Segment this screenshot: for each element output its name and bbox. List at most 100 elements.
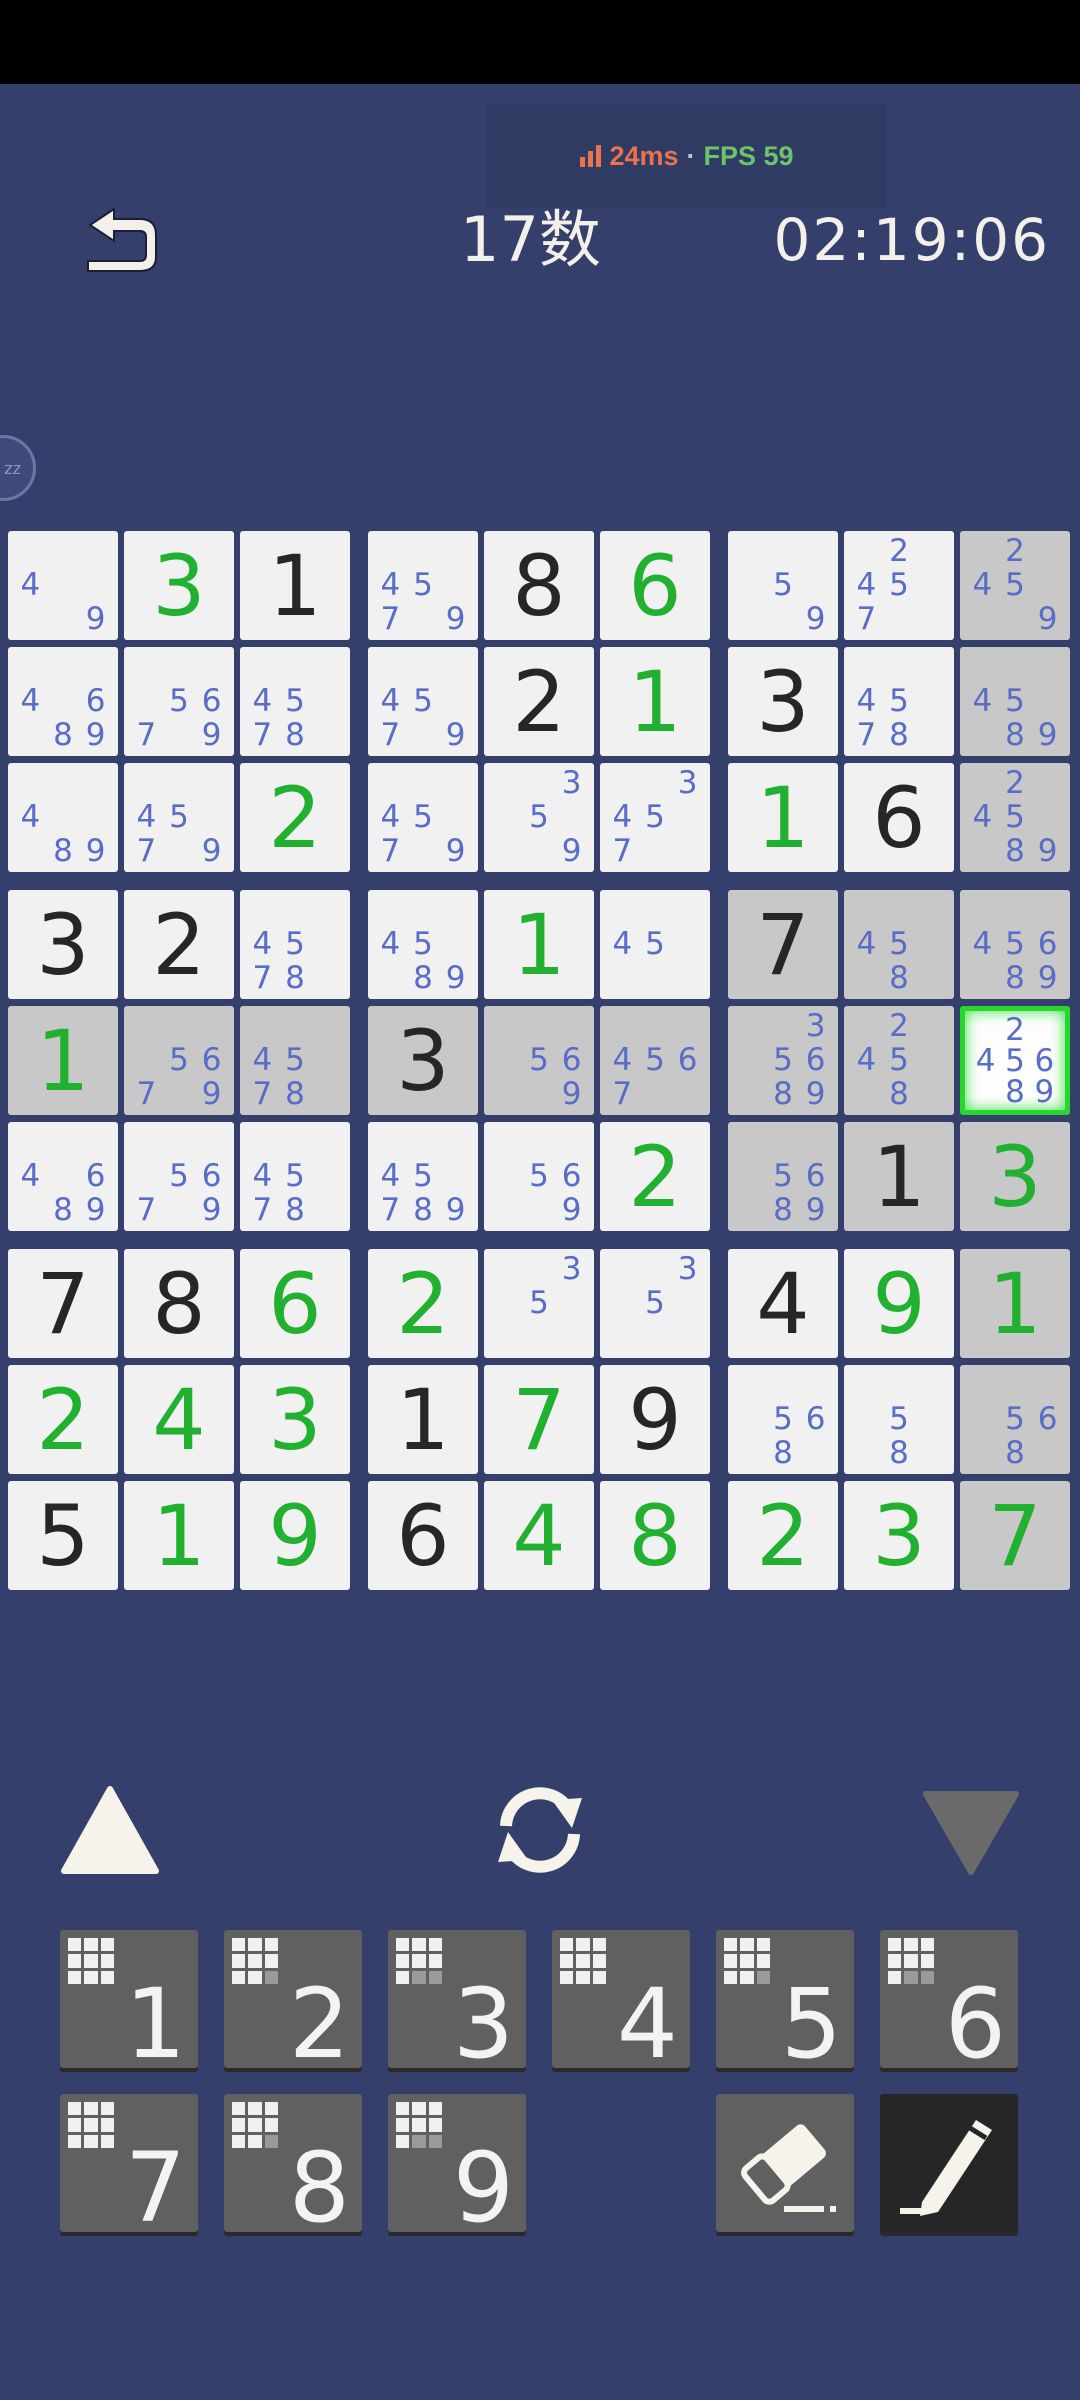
cell-r3c8[interactable]: 6	[844, 763, 954, 872]
cell-r7c8[interactable]: 9	[844, 1249, 954, 1358]
candidate-2: 2	[1005, 765, 1025, 802]
cell-entry: 1	[152, 1486, 206, 1585]
pencil-mode-button[interactable]	[880, 2094, 1018, 2232]
candidate-empty	[311, 894, 344, 928]
cell-r5c4[interactable]: 3	[368, 1006, 478, 1115]
cell-r4c7[interactable]: 7	[728, 890, 838, 999]
cell-r2c8[interactable]: 4578	[844, 647, 954, 756]
number-key-2[interactable]: 2	[224, 1930, 362, 2072]
undo-button[interactable]	[78, 205, 160, 277]
cell-r9c2[interactable]: 1	[124, 1481, 234, 1590]
cell-r6c3[interactable]: 4578	[240, 1122, 350, 1231]
cell-r2c1[interactable]: 4 689	[8, 647, 118, 756]
cell-r4c8[interactable]: 458	[844, 890, 954, 999]
cell-r6c2[interactable]: 56 7 9	[124, 1122, 234, 1231]
cell-r7c7[interactable]: 4	[728, 1249, 838, 1358]
cell-r5c9[interactable]: 245689	[960, 1006, 1070, 1115]
cell-r1c5[interactable]: 8	[484, 531, 594, 640]
number-key-7[interactable]: 7	[60, 2094, 198, 2236]
cell-r4c9[interactable]: 45689	[960, 890, 1070, 999]
cell-r1c8[interactable]: 2457	[844, 531, 954, 640]
cell-r2c5[interactable]: 2	[484, 647, 594, 756]
cell-r3c3[interactable]: 2	[240, 763, 350, 872]
cell-r9c4[interactable]: 6	[368, 1481, 478, 1590]
number-key-5[interactable]: 5	[716, 1930, 854, 2072]
scroll-down-button[interactable]	[922, 1790, 1020, 1876]
cell-r7c2[interactable]: 8	[124, 1249, 234, 1358]
cell-r8c2[interactable]: 4	[124, 1365, 234, 1474]
cell-r1c7[interactable]: 59	[728, 531, 838, 640]
cell-r5c3[interactable]: 4578	[240, 1006, 350, 1115]
cell-r3c2[interactable]: 457 9	[124, 763, 234, 872]
cell-r8c9[interactable]: 568	[960, 1365, 1070, 1474]
cell-r4c4[interactable]: 4589	[368, 890, 478, 999]
cell-r8c5[interactable]: 7	[484, 1365, 594, 1474]
cell-r4c2[interactable]: 2	[124, 890, 234, 999]
cell-r1c2[interactable]: 3	[124, 531, 234, 640]
cell-r1c3[interactable]: 1	[240, 531, 350, 640]
cell-r4c6[interactable]: 45	[600, 890, 710, 999]
cell-r8c7[interactable]: 568	[728, 1365, 838, 1474]
cell-r2c4[interactable]: 457 9	[368, 647, 478, 756]
scroll-up-button[interactable]	[60, 1785, 160, 1875]
cell-r9c7[interactable]: 2	[728, 1481, 838, 1590]
cell-r9c9[interactable]: 7	[960, 1481, 1070, 1590]
cell-r9c6[interactable]: 8	[600, 1481, 710, 1590]
cell-r5c8[interactable]: 2458	[844, 1006, 954, 1115]
cell-r2c2[interactable]: 56 7 9	[124, 647, 234, 756]
cell-r1c9[interactable]: 2459	[960, 531, 1070, 640]
cell-r5c1[interactable]: 1	[8, 1006, 118, 1115]
cell-r8c3[interactable]: 3	[240, 1365, 350, 1474]
cell-r6c7[interactable]: 5689	[728, 1122, 838, 1231]
number-key-6[interactable]: 6	[880, 1930, 1018, 2072]
cell-r5c7[interactable]: 35689	[728, 1006, 838, 1115]
cell-r7c3[interactable]: 6	[240, 1249, 350, 1358]
cell-r8c6[interactable]: 9	[600, 1365, 710, 1474]
cell-r4c5[interactable]: 1	[484, 890, 594, 999]
cell-r7c4[interactable]: 2	[368, 1249, 478, 1358]
cell-r5c2[interactable]: 56 7 9	[124, 1006, 234, 1115]
cell-r5c6[interactable]: 456 7	[600, 1006, 710, 1115]
cell-r8c4[interactable]: 1	[368, 1365, 478, 1474]
erase-button[interactable]	[716, 2094, 854, 2232]
cell-r3c5[interactable]: 359	[484, 763, 594, 872]
cell-r7c1[interactable]: 7	[8, 1249, 118, 1358]
cell-r3c9[interactable]: 24589	[960, 763, 1070, 872]
cell-r7c9[interactable]: 1	[960, 1249, 1070, 1358]
cell-r8c8[interactable]: 58	[844, 1365, 954, 1474]
number-key-8[interactable]: 8	[224, 2094, 362, 2236]
cell-r9c5[interactable]: 4	[484, 1481, 594, 1590]
cell-r9c3[interactable]: 9	[240, 1481, 350, 1590]
cell-r8c1[interactable]: 2	[8, 1365, 118, 1474]
cell-r4c3[interactable]: 4578	[240, 890, 350, 999]
cell-r9c1[interactable]: 5	[8, 1481, 118, 1590]
cell-r6c6[interactable]: 2	[600, 1122, 710, 1231]
cell-r7c6[interactable]: 35	[600, 1249, 710, 1358]
number-key-3[interactable]: 3	[388, 1930, 526, 2072]
cell-r2c6[interactable]: 1	[600, 647, 710, 756]
cell-r2c3[interactable]: 4578	[240, 647, 350, 756]
cell-r1c4[interactable]: 457 9	[368, 531, 478, 640]
cell-r3c7[interactable]: 1	[728, 763, 838, 872]
cell-r5c5[interactable]: 569	[484, 1006, 594, 1115]
number-key-4[interactable]: 4	[552, 1930, 690, 2072]
cell-r4c1[interactable]: 3	[8, 890, 118, 999]
number-key-1[interactable]: 1	[60, 1930, 198, 2072]
cell-r3c6[interactable]: 3 457	[600, 763, 710, 872]
cell-r3c4[interactable]: 457 9	[368, 763, 478, 872]
sleep-button[interactable]: zz	[0, 435, 36, 501]
cell-r9c8[interactable]: 3	[844, 1481, 954, 1590]
cell-r7c5[interactable]: 35	[484, 1249, 594, 1358]
cell-r6c1[interactable]: 4 689	[8, 1122, 118, 1231]
cell-r6c9[interactable]: 3	[960, 1122, 1070, 1231]
number-key-9[interactable]: 9	[388, 2094, 526, 2236]
refresh-button[interactable]	[488, 1780, 592, 1880]
cell-r3c1[interactable]: 489	[8, 763, 118, 872]
cell-r1c6[interactable]: 6	[600, 531, 710, 640]
cell-r6c4[interactable]: 45789	[368, 1122, 478, 1231]
cell-r2c7[interactable]: 3	[728, 647, 838, 756]
cell-r2c9[interactable]: 4589	[960, 647, 1070, 756]
cell-r6c5[interactable]: 569	[484, 1122, 594, 1231]
cell-r1c1[interactable]: 49	[8, 531, 118, 640]
cell-r6c8[interactable]: 1	[844, 1122, 954, 1231]
